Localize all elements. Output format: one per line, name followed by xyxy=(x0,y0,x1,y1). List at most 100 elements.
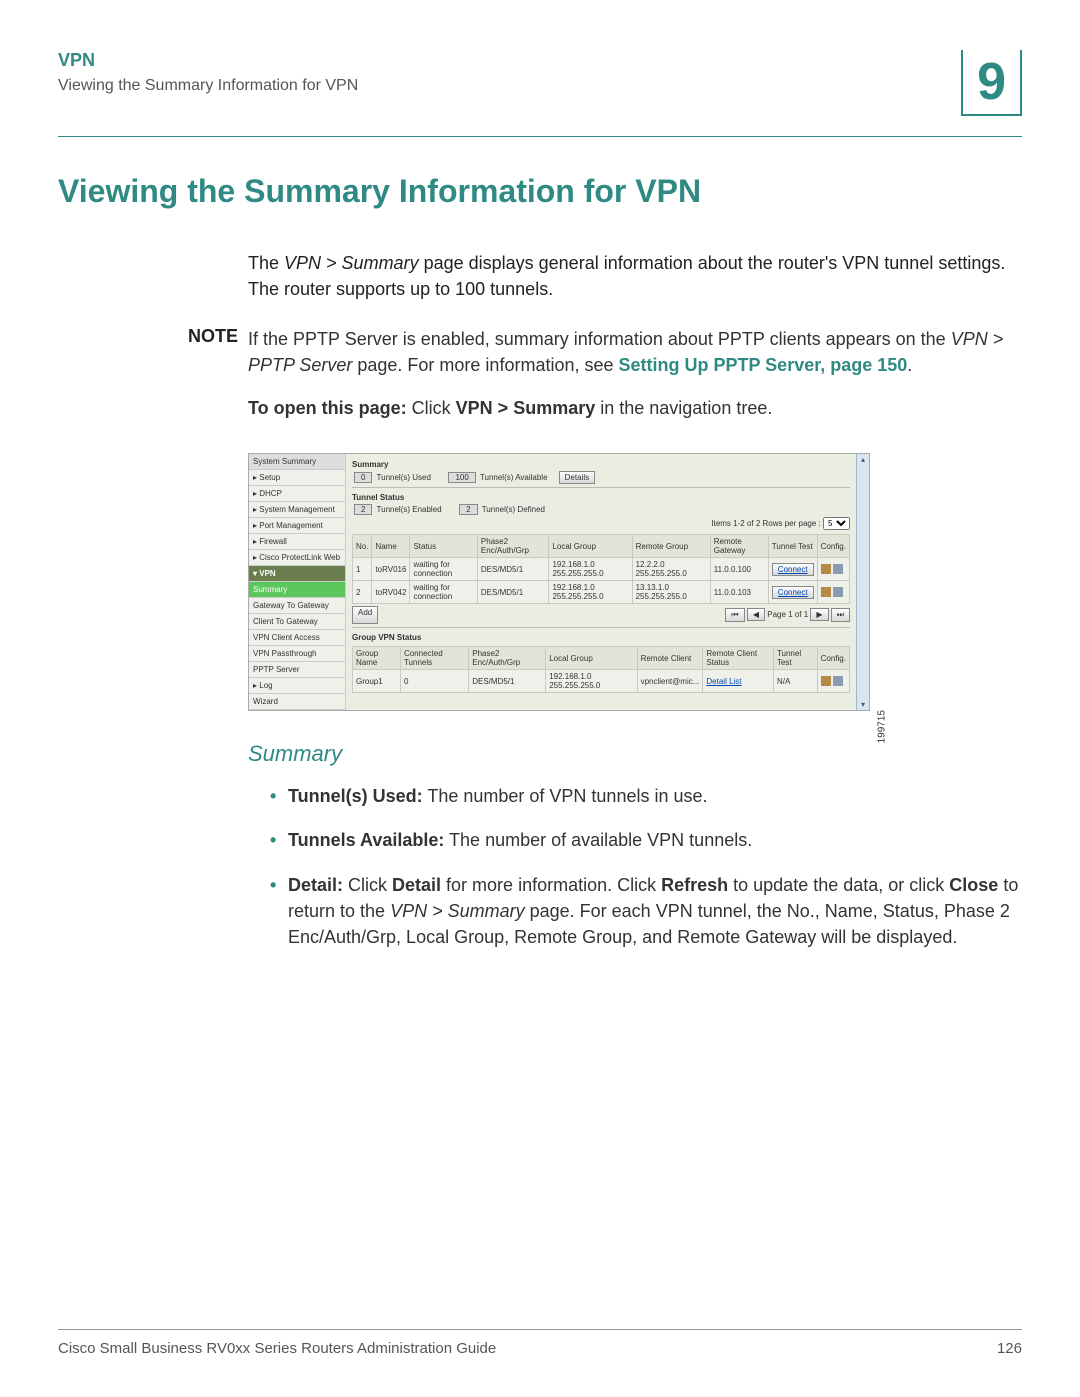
col-header: Local Group xyxy=(549,535,632,558)
col-header: Name xyxy=(372,535,410,558)
nav-item[interactable]: ▸ Cisco ProtectLink Web xyxy=(249,550,345,566)
summary-title: Summary xyxy=(352,458,850,471)
screenshot: System Summary▸ Setup▸ DHCP▸ System Mana… xyxy=(248,453,1022,711)
connect-button[interactable]: Connect xyxy=(772,586,814,599)
bullet-list: Tunnel(s) Used: The number of VPN tunnel… xyxy=(248,783,1022,949)
scroll-down-icon[interactable]: ▾ xyxy=(861,699,865,710)
nav-item[interactable]: System Summary xyxy=(249,454,345,470)
note-text: If the PPTP Server is enabled, summary i… xyxy=(248,326,1022,378)
b1-lead: Tunnel(s) Used: xyxy=(288,786,423,806)
col-header: Remote Client xyxy=(637,647,703,670)
note-tail: . xyxy=(907,355,912,375)
note-post: page. For more information, see xyxy=(352,355,618,375)
header-rule xyxy=(58,136,1022,137)
paging-controls[interactable]: ⏮ ◀ Page 1 of 1 ▶ ⏭ xyxy=(725,606,850,624)
defined-label: Tunnel(s) Defined xyxy=(482,505,545,514)
divider xyxy=(352,627,850,628)
rows-per-page: Items 1-2 of 2 Rows per page : 5 xyxy=(352,515,850,532)
first-page-icon[interactable]: ⏮ xyxy=(725,608,744,622)
nav-item[interactable]: ▾ VPN xyxy=(249,566,345,582)
b2-lead: Tunnels Available: xyxy=(288,830,444,850)
note-link[interactable]: Setting Up PPTP Server, page 150 xyxy=(619,355,908,375)
delete-icon[interactable] xyxy=(833,676,843,686)
col-header: No. xyxy=(353,535,372,558)
prev-page-icon[interactable]: ◀ xyxy=(747,608,765,621)
nav-item[interactable]: ▸ System Management xyxy=(249,502,345,518)
tunnel-status-title: Tunnel Status xyxy=(352,491,850,504)
details-button[interactable]: Details xyxy=(559,471,595,484)
b3-refresh: Refresh xyxy=(661,875,728,895)
b3-mid2: to update the data, or click xyxy=(728,875,949,895)
connect-button[interactable]: Connect xyxy=(772,563,814,576)
edit-icon[interactable] xyxy=(821,587,831,597)
summary-heading: Summary xyxy=(248,741,1022,767)
b3-path: VPN > Summary xyxy=(390,901,525,921)
b3-mid1: for more information. Click xyxy=(441,875,661,895)
nav-item[interactable]: ▸ Log xyxy=(249,678,345,694)
main-panel: Summary 0 Tunnel(s) Used 100 Tunnel(s) A… xyxy=(346,454,856,710)
avail-value: 100 xyxy=(448,472,475,483)
used-value: 0 xyxy=(354,472,372,483)
note-label: NOTE xyxy=(58,326,248,378)
table-footer: Add ⏮ ◀ Page 1 of 1 ▶ ⏭ xyxy=(352,606,850,624)
nav-item[interactable]: ▸ Port Management xyxy=(249,518,345,534)
open-post: in the navigation tree. xyxy=(595,398,772,418)
edit-icon[interactable] xyxy=(821,676,831,686)
edit-icon[interactable] xyxy=(821,564,831,574)
col-header: Remote Client Status xyxy=(703,647,774,670)
table-row: 1toRV016waiting for connectionDES/MD5/11… xyxy=(353,558,850,581)
nav-item[interactable]: ▸ Firewall xyxy=(249,534,345,550)
nav-item[interactable]: PPTP Server xyxy=(249,662,345,678)
router-ui: System Summary▸ Setup▸ DHCP▸ System Mana… xyxy=(248,453,870,711)
enabled-value: 2 xyxy=(354,504,372,515)
divider xyxy=(352,487,850,488)
defined-value: 2 xyxy=(459,504,477,515)
col-header: Local Group xyxy=(546,647,637,670)
col-header: Remote Gateway xyxy=(710,535,768,558)
delete-icon[interactable] xyxy=(833,587,843,597)
range-label: Items 1-2 of 2 Rows per page : xyxy=(711,519,820,528)
open-pre: Click xyxy=(407,398,456,418)
page-title: Viewing the Summary Information for VPN xyxy=(58,173,1022,210)
tunnel-status-line: 2 Tunnel(s) Enabled 2 Tunnel(s) Defined xyxy=(352,504,850,515)
col-header: Tunnel Test xyxy=(768,535,817,558)
nav-item[interactable]: VPN Passthrough xyxy=(249,646,345,662)
intro-paragraph: The VPN > Summary page displays general … xyxy=(248,250,1022,302)
col-header: Tunnel Test xyxy=(773,647,817,670)
footer-left: Cisco Small Business RV0xx Series Router… xyxy=(58,1340,496,1357)
b1-text: The number of VPN tunnels in use. xyxy=(423,786,708,806)
scrollbar[interactable]: ▴ ▾ xyxy=(856,454,869,710)
nav-item[interactable]: ▸ DHCP xyxy=(249,486,345,502)
delete-icon[interactable] xyxy=(833,564,843,574)
scroll-up-icon[interactable]: ▴ xyxy=(861,454,865,465)
detail-list-link[interactable]: Detail List xyxy=(706,677,741,686)
screenshot-id: 199715 xyxy=(876,710,887,743)
nav-item[interactable]: Gateway To Gateway xyxy=(249,598,345,614)
add-button[interactable]: Add xyxy=(352,606,378,624)
bullet-3: Detail: Click Detail for more informatio… xyxy=(270,872,1022,950)
next-page-icon[interactable]: ▶ xyxy=(810,608,828,621)
paging-label: Page 1 of 1 xyxy=(767,610,808,619)
nav-item[interactable]: VPN Client Access xyxy=(249,630,345,646)
nav-item[interactable]: ▸ Setup xyxy=(249,470,345,486)
group-vpn-title: Group VPN Status xyxy=(352,631,850,644)
b3-detail: Detail xyxy=(392,875,441,895)
rows-select[interactable]: 5 xyxy=(823,517,850,530)
open-lead: To open this page: xyxy=(248,398,407,418)
section-label: VPN xyxy=(58,50,358,71)
bullet-2: Tunnels Available: The number of availab… xyxy=(270,827,1022,853)
nav-item[interactable]: Summary xyxy=(249,582,345,598)
col-header: Phase2 Enc/Auth/Grp xyxy=(477,535,549,558)
page-footer: Cisco Small Business RV0xx Series Router… xyxy=(58,1329,1022,1357)
col-header: Group Name xyxy=(353,647,401,670)
summary-line: 0 Tunnel(s) Used 100 Tunnel(s) Available… xyxy=(352,471,850,484)
tunnel-table: No.NameStatusPhase2 Enc/Auth/GrpLocal Gr… xyxy=(352,534,850,604)
col-header: Remote Group xyxy=(632,535,710,558)
open-instruction: To open this page: Click VPN > Summary i… xyxy=(248,398,1022,419)
last-page-icon[interactable]: ⏭ xyxy=(831,608,850,622)
section-subtitle: Viewing the Summary Information for VPN xyxy=(58,77,358,95)
b2-text: The number of available VPN tunnels. xyxy=(444,830,752,850)
header-left: VPN Viewing the Summary Information for … xyxy=(58,50,358,95)
nav-item[interactable]: Client To Gateway xyxy=(249,614,345,630)
nav-item[interactable]: Wizard xyxy=(249,694,345,710)
